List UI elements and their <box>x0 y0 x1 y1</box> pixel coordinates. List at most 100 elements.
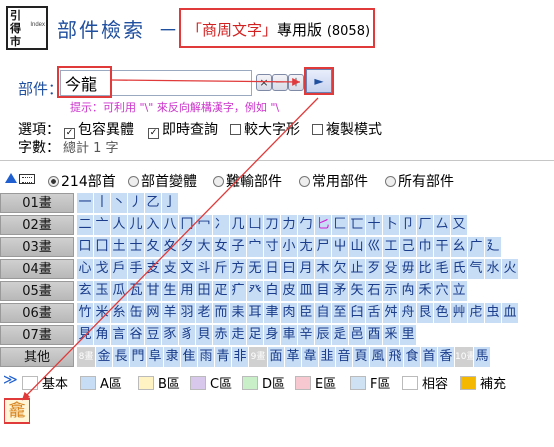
radio-icon[interactable] <box>299 176 310 187</box>
radical-cell[interactable]: 豆 <box>145 325 162 345</box>
radical-cell[interactable]: 尸 <box>315 237 332 257</box>
radical-cell[interactable]: 夊 <box>162 237 179 257</box>
radical-cell[interactable]: 干 <box>434 237 451 257</box>
radical-cell[interactable]: 羽 <box>179 303 196 323</box>
radical-cell[interactable]: 舌 <box>366 303 383 323</box>
radical-cell[interactable]: 无 <box>247 259 264 279</box>
radical-cell[interactable]: 凵 <box>247 215 264 235</box>
radical-cell[interactable]: 用 <box>179 281 196 301</box>
radical-cell[interactable]: 厂 <box>417 215 434 235</box>
radical-cell[interactable]: 音 <box>336 347 353 367</box>
radical-cell[interactable]: 又 <box>451 215 468 235</box>
radical-cell[interactable]: 毛 <box>434 259 451 279</box>
radical-cell[interactable]: 田 <box>196 281 213 301</box>
radical-cell[interactable]: 瓜 <box>111 281 128 301</box>
radical-cell[interactable]: 毋 <box>400 259 417 279</box>
radical-cell[interactable]: 皮 <box>281 281 298 301</box>
radical-cell[interactable]: 見 <box>77 325 94 345</box>
radical-cell[interactable]: 舛 <box>383 303 400 323</box>
radical-cell[interactable]: 臣 <box>298 303 315 323</box>
radical-cell[interactable]: 立 <box>451 281 468 301</box>
clear-button[interactable]: × <box>256 74 272 91</box>
radical-cell[interactable]: 歹 <box>366 259 383 279</box>
plus-button[interactable]: ＋ <box>288 74 304 91</box>
radical-cell[interactable]: 氏 <box>451 259 468 279</box>
search-go-button[interactable]: ► <box>306 69 332 93</box>
stroke-count-label[interactable]: 01畫 <box>0 193 74 213</box>
radical-cell[interactable]: 巾 <box>417 237 434 257</box>
radical-cell[interactable]: 气 <box>468 259 485 279</box>
radical-cell[interactable]: 辛 <box>298 325 315 345</box>
radical-cell[interactable]: 殳 <box>383 259 400 279</box>
radical-cell[interactable]: 心 <box>77 259 94 279</box>
radical-cell[interactable]: 長 <box>113 347 130 367</box>
radical-cell[interactable]: 耳 <box>247 303 264 323</box>
stroke-count-label[interactable]: 03畫 <box>0 237 74 257</box>
radical-cell[interactable]: 貝 <box>196 325 213 345</box>
radical-cell[interactable]: 至 <box>332 303 349 323</box>
radical-cell[interactable]: 而 <box>213 303 230 323</box>
radical-cell[interactable]: 丿 <box>128 193 145 213</box>
radical-cell[interactable]: 舟 <box>400 303 417 323</box>
radical-cell[interactable]: 言 <box>111 325 128 345</box>
radical-cell[interactable]: 二 <box>77 215 94 235</box>
radical-cell[interactable]: 士 <box>128 237 145 257</box>
radical-cell[interactable]: 谷 <box>128 325 145 345</box>
radical-cell[interactable]: 車 <box>281 325 298 345</box>
radical-cell[interactable]: 匕 <box>315 215 332 235</box>
radical-cell[interactable]: 人 <box>111 215 128 235</box>
radical-cell[interactable]: 屮 <box>332 237 349 257</box>
radical-cell[interactable]: 口 <box>77 237 94 257</box>
radical-cell[interactable]: 木 <box>315 259 332 279</box>
radical-cell[interactable]: 韋 <box>302 347 319 367</box>
radio-icon[interactable] <box>213 176 224 187</box>
radio-icon[interactable] <box>128 176 139 187</box>
stroke-count-label[interactable]: 02畫 <box>0 215 74 235</box>
radical-cell[interactable]: 疋 <box>213 281 230 301</box>
radical-cell[interactable]: 曰 <box>281 259 298 279</box>
radical-cell[interactable]: 丶 <box>111 193 128 213</box>
radical-cell[interactable]: 辰 <box>315 325 332 345</box>
radical-cell[interactable]: 甘 <box>145 281 162 301</box>
radical-cell[interactable]: 戈 <box>94 259 111 279</box>
radical-cell[interactable]: 八 <box>162 215 179 235</box>
radical-cell[interactable]: 阜 <box>147 347 164 367</box>
stroke-count-label[interactable]: 其他 <box>0 347 74 367</box>
stroke-count-label[interactable]: 05畫 <box>0 281 74 301</box>
radical-cell[interactable]: 子 <box>230 237 247 257</box>
tab-common-components[interactable]: 常用部件 <box>299 171 368 191</box>
radical-cell[interactable]: 比 <box>417 259 434 279</box>
tab-all-components[interactable]: 所有部件 <box>385 171 454 191</box>
radical-cell[interactable]: 卩 <box>400 215 417 235</box>
checkbox-icon[interactable] <box>230 124 241 135</box>
checkbox-icon[interactable] <box>312 124 323 135</box>
radical-cell[interactable]: 勹 <box>298 215 315 235</box>
radical-cell[interactable]: 小 <box>281 237 298 257</box>
radical-cell[interactable]: 羊 <box>162 303 179 323</box>
radical-cell[interactable]: 夕 <box>179 237 196 257</box>
radical-cell[interactable]: 里 <box>400 325 417 345</box>
radical-cell[interactable]: 厶 <box>434 215 451 235</box>
tab-radical-variants[interactable]: 部首變體 <box>128 171 197 191</box>
expand-chevron-icon[interactable]: ≫ <box>3 372 18 388</box>
radical-cell[interactable]: 疒 <box>230 281 247 301</box>
radical-cell[interactable]: 土 <box>111 237 128 257</box>
radical-cell[interactable]: 几 <box>230 215 247 235</box>
radical-cell[interactable]: 隶 <box>164 347 181 367</box>
radio-icon[interactable] <box>385 176 396 187</box>
tab-214-radicals[interactable]: 214部首 <box>48 171 116 191</box>
radical-cell[interactable]: 臼 <box>349 303 366 323</box>
radical-cell[interactable]: 釆 <box>383 325 400 345</box>
radical-cell[interactable]: 幺 <box>451 237 468 257</box>
radical-cell[interactable]: 生 <box>162 281 179 301</box>
radical-cell[interactable]: 囗 <box>94 237 111 257</box>
radical-cell[interactable]: 廴 <box>485 237 502 257</box>
collapse-triangle-icon[interactable] <box>5 173 17 183</box>
radical-cell[interactable]: 方 <box>230 259 247 279</box>
radical-cell[interactable]: 飛 <box>387 347 404 367</box>
radical-cell[interactable]: 力 <box>281 215 298 235</box>
radical-cell[interactable]: 山 <box>349 237 366 257</box>
radical-cell[interactable]: 工 <box>383 237 400 257</box>
radical-cell[interactable]: 色 <box>434 303 451 323</box>
option-copy-mode[interactable]: 複製模式 <box>312 119 382 139</box>
